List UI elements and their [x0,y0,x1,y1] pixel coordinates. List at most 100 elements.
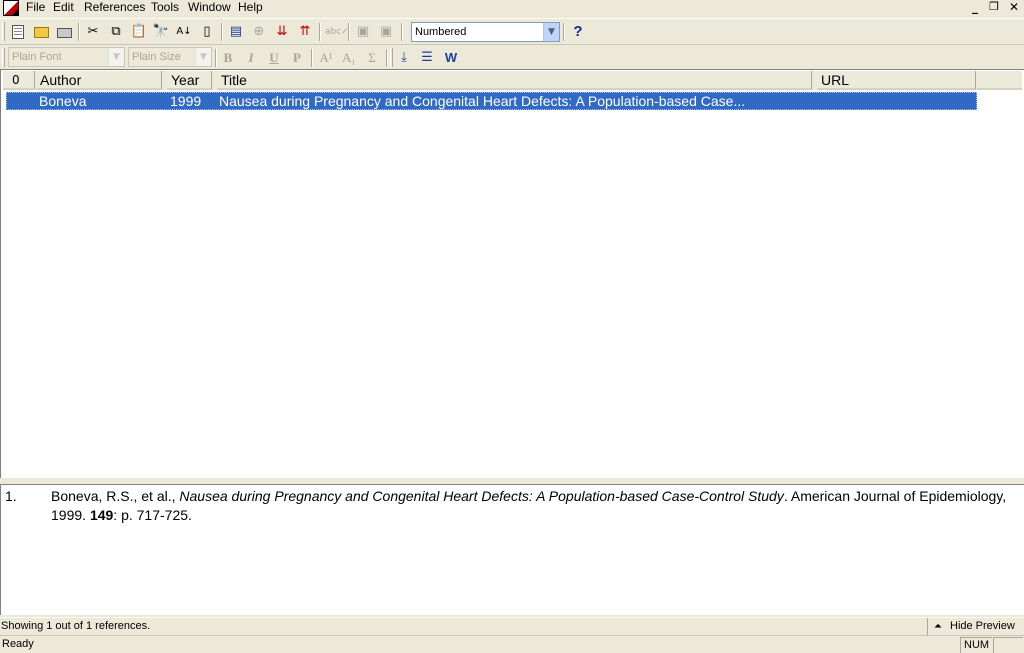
library-status-bar: Showing 1 out of 1 references. ⏶ Hide Pre… [0,617,1024,635]
reference-volume: 149 [89,507,114,523]
column-url[interactable]: URL [817,71,976,90]
output-style-value: Numbered [415,26,467,38]
chevron-up-icon: ⏶ [934,621,942,632]
bold-button[interactable]: B [218,48,238,68]
toolbar-separator [215,49,217,67]
printer-icon [56,28,72,38]
chevron-down-icon[interactable]: ▼ [195,48,211,66]
insert-citation-icon: ⤓ [401,50,407,65]
globe-icon: ⊕ [253,24,265,39]
reference-list[interactable]: 0 Author Year Title URL Boneva 1999 Naus… [0,69,1024,478]
document-icon: ▯ [203,24,211,39]
help-button[interactable]: ? [568,22,588,42]
open-folder-icon [33,27,49,38]
column-filler [977,71,1022,90]
hide-preview-label: Hide Preview [950,620,1015,632]
font-size-value: Plain Size [132,51,181,63]
output-style-select[interactable]: Numbered ▼ [411,22,560,42]
column-year[interactable]: Year [167,71,212,90]
spell-check-icon: abc✓ [325,27,349,37]
status-panel [993,637,1023,653]
status-text: Ready [2,638,34,650]
menu-window[interactable]: Window [184,0,235,16]
plain-button[interactable]: P [287,48,307,68]
insert-picture-button[interactable]: ▣ [353,22,373,42]
cut-button[interactable]: ✂ [83,22,103,42]
menu-references[interactable]: References [80,0,149,16]
column-title[interactable]: Title [217,71,812,90]
print-button[interactable] [54,22,74,42]
show-reference-button[interactable]: ▤ [226,22,246,42]
format-bibliography-button[interactable]: ☰ [417,48,437,68]
open-picture-button[interactable]: ▣ [376,22,396,42]
reference-window-icon: ▤ [229,24,243,39]
word-integration-button[interactable]: W [441,48,461,68]
toolbar-separator [348,23,350,41]
table-row[interactable]: Boneva 1999 Nausea during Pregnancy and … [6,92,977,110]
sort-button[interactable]: A↓ [174,22,194,42]
open-library-button[interactable] [31,22,51,42]
chevron-down-icon[interactable]: ▼ [543,23,559,41]
formatting-toolbar: Plain Font ▼ Plain Size ▼ B I U P A¹ A₁ … [0,44,1024,69]
reference-pages: : p. 717-725. [113,507,192,523]
menu-help[interactable]: Help [234,0,267,16]
chevron-down-icon[interactable]: ▼ [108,48,124,66]
preview-pane[interactable]: 1. Boneva, R.S., et al., Nausea during P… [0,484,1024,615]
import-arrow-icon: ⇊ [276,24,288,39]
image-frame-icon: ▣ [379,24,393,39]
menu-edit[interactable]: Edit [49,0,78,16]
menu-tools[interactable]: Tools [147,0,183,16]
row-title: Nausea during Pregnancy and Congenital H… [219,93,746,109]
reference-number: 1. [5,488,17,504]
underline-button[interactable]: U [264,48,284,68]
column-attachment[interactable]: 0 [3,71,35,90]
toolbar-separator [78,23,80,41]
italic-button[interactable]: I [241,48,261,68]
toolbar-grip[interactable] [2,22,5,41]
row-year: 1999 [170,93,202,109]
toolbar-separator [221,23,223,41]
word-icon: W [444,50,458,65]
toolbar-grip[interactable] [390,48,393,67]
column-author[interactable]: Author [36,71,162,90]
superscript-button[interactable]: A¹ [316,48,336,68]
export-arrow-icon: ⇈ [299,24,311,39]
toolbar-separator [311,49,313,67]
font-size-select[interactable]: Plain Size ▼ [128,47,212,67]
spell-check-button[interactable]: abc✓ [325,22,349,42]
subscript-button[interactable]: A₁ [339,48,359,68]
menu-bar: File Edit References Tools Window Help _… [0,0,1024,17]
row-author: Boneva [39,93,87,109]
sort-az-icon: A↓ [176,26,192,37]
list-icon: ☰ [421,50,433,65]
minimize-button[interactable]: _ [967,1,983,15]
font-select[interactable]: Plain Font ▼ [8,47,125,67]
restore-button[interactable]: ❐ [986,1,1002,15]
copy-icon: ⧉ [111,24,121,39]
symbol-button[interactable]: Σ [362,48,382,68]
main-toolbar: ✂ ⧉ 📋 🔭 A↓ ▯ ▤ ⊕ ⇊ ⇈ abc✓ ▣ ▣ Numbered ▼… [0,18,1024,44]
toolbar-separator [563,23,565,41]
online-search-button[interactable]: ⊕ [249,22,269,42]
menu-file[interactable]: File [22,0,49,16]
app-status-bar: Ready NUM [0,635,1024,653]
import-button[interactable]: ⇊ [272,22,292,42]
show-all-button[interactable]: ▯ [197,22,217,42]
reference-title: Nausea during Pregnancy and Congenital H… [179,488,784,504]
scissors-icon: ✂ [87,24,99,39]
find-button[interactable]: 🔭 [151,22,171,42]
list-header: 0 Author Year Title URL [3,71,1022,90]
app-icon[interactable] [3,0,19,16]
hide-preview-button[interactable]: ⏶ Hide Preview [927,618,1022,635]
close-button[interactable]: ✕ [1006,1,1022,15]
toolbar-separator [386,49,388,67]
new-library-button[interactable] [8,22,28,42]
go-to-word-button[interactable]: ⤓ [394,48,414,68]
paperclip-icon: 0 [12,73,20,87]
export-button[interactable]: ⇈ [295,22,315,42]
picture-icon: ▣ [356,24,370,39]
copy-button[interactable]: ⧉ [106,22,126,42]
paste-button[interactable]: 📋 [129,22,149,42]
toolbar-grip[interactable] [2,48,5,67]
binoculars-icon: 🔭 [152,24,170,39]
